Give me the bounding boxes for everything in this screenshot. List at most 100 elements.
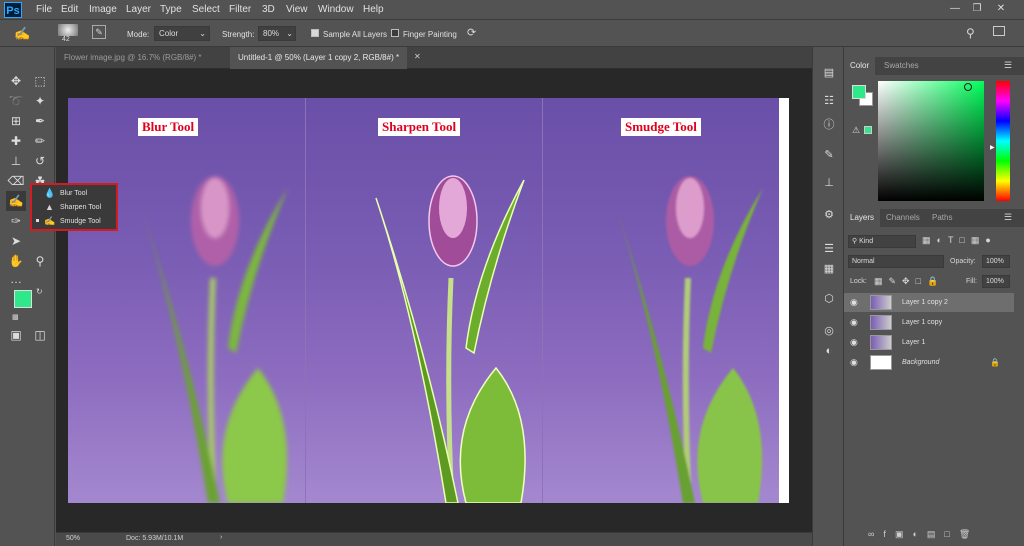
flyout-smudge-tool[interactable]: Smudge Tool [60,215,101,229]
layer-filter-icons[interactable]: ▦◐T□▦● [922,235,997,246]
tab-channels[interactable]: Channels [880,209,926,227]
path-selection-tool-icon[interactable]: ➤ [6,231,26,251]
chevron-right-icon[interactable]: › [220,534,222,541]
document-canvas[interactable]: Blur Tool Sharpen Tool Smudge Tool [68,98,789,503]
layer-row[interactable]: ◉ Layer 1 copy [844,313,1014,332]
layer-row[interactable]: ◉ Layer 1 copy 2 [844,293,1014,312]
properties-panel-icon[interactable]: ☷ [821,93,837,109]
menu-select[interactable]: Select [192,4,220,15]
add-mask-icon[interactable]: ▣ [895,529,913,539]
search-icon[interactable]: ⚲ [966,26,975,40]
new-layer-icon[interactable]: □ [944,529,958,539]
close-icon[interactable]: ✕ [994,3,1008,15]
zoom-level[interactable]: 50% [66,535,80,542]
3d-panel-icon[interactable]: ⬡ [821,291,837,307]
blend-mode-select[interactable]: Normal [848,255,944,268]
visibility-eye-icon[interactable]: ◉ [850,333,858,352]
foreground-color-swatch[interactable] [14,290,32,308]
restore-icon[interactable]: ❐ [970,3,984,15]
character-panel-icon[interactable]: ▦ [821,261,837,277]
flyout-sharpen-tool[interactable]: Sharpen Tool [60,201,101,215]
smudge-tool-icon[interactable]: ✍ [6,191,26,211]
color-picker-field[interactable] [878,81,984,201]
healing-brush-tool-icon[interactable]: ✚ [6,131,26,151]
layer-row[interactable]: ◉ Layer 1 [844,333,1014,352]
brush-presets-icon[interactable]: ✎ [821,147,837,163]
hand-tool-icon[interactable]: ✋ [6,251,26,271]
opacity-input[interactable]: 100% [982,255,1010,268]
menu-image[interactable]: Image [89,4,117,15]
adjustments-icon[interactable]: ⚙ [821,207,837,223]
clone-stamp-tool-icon[interactable]: ⊥ [6,151,26,171]
flyout-blur-tool[interactable]: Blur Tool [60,187,87,201]
delete-layer-icon[interactable]: 🗑 [959,529,979,539]
quick-mask-icon[interactable]: ▣ [6,325,26,345]
tab-swatches[interactable]: Swatches [878,57,925,75]
eraser-tool-icon[interactable]: ⌫ [6,171,26,191]
visibility-eye-icon[interactable]: ◉ [850,313,858,332]
menu-3d[interactable]: 3D [262,4,275,15]
warning-icon[interactable]: ⚠ [852,125,860,136]
kind-filter-select[interactable]: ⚲ Kind [848,235,916,248]
lock-icons[interactable]: ▦✎✥□🔒 [874,276,944,287]
tab-untitled-1[interactable]: Untitled-1 @ 50% (Layer 1 copy 2, RGB/8#… [230,47,408,69]
zoom-tool-icon[interactable]: ⚲ [30,251,50,271]
magic-wand-tool-icon[interactable]: ✦ [30,91,50,111]
close-tab-icon[interactable]: ✕ [414,52,421,61]
eyedropper-tool-icon[interactable]: ✒ [30,111,50,131]
default-colors-icon[interactable]: ▩ [12,313,19,321]
menu-layer[interactable]: Layer [126,4,151,15]
menu-help[interactable]: Help [363,4,384,15]
libraries-icon[interactable]: ◎ [821,323,837,339]
color-picker-cursor[interactable] [964,83,972,91]
tab-color[interactable]: Color [844,57,876,75]
tab-flower-image[interactable]: Flower image.jpg @ 16.7% (RGB/8#) * [56,47,210,69]
minimize-icon[interactable]: — [948,3,962,15]
hue-pointer-icon[interactable]: ▶ [990,144,995,151]
paragraph-panel-icon[interactable]: ☰ [821,241,837,257]
workspace-icon[interactable] [993,26,1005,36]
menu-view[interactable]: View [286,4,308,15]
panel-menu-icon[interactable]: ☰ [1004,60,1012,71]
finger-painting-checkbox[interactable] [391,29,399,37]
fill-input[interactable]: 100% [982,275,1010,288]
history-panel-icon[interactable]: ▤ [821,65,837,81]
brush-tool-icon[interactable]: ✏ [30,131,50,151]
menu-type[interactable]: Type [160,4,182,15]
brush-preview-icon[interactable] [58,24,78,36]
history-brush-tool-icon[interactable]: ↺ [30,151,50,171]
fx-icon[interactable]: f [883,529,895,539]
tab-paths[interactable]: Paths [926,209,958,227]
menu-file[interactable]: File [36,4,52,15]
tab-layers[interactable]: Layers [844,209,881,227]
brush-panel-icon[interactable]: ✎ [92,25,106,39]
color-foreground-swatch[interactable] [852,85,866,99]
layers-menu-icon[interactable]: ☰ [1004,212,1012,223]
pen-tool-icon[interactable]: ✑ [6,211,26,231]
move-tool-icon[interactable]: ✥ [6,71,26,91]
strength-input[interactable]: 80% ⌄ [258,26,296,41]
smudge-tool-preset-icon[interactable]: ✍ [14,26,30,42]
menu-filter[interactable]: Filter [229,4,251,15]
info-panel-icon[interactable]: ⓘ [821,117,837,133]
adjustment-layer-icon[interactable]: ◐ [912,529,926,539]
menu-window[interactable]: Window [318,4,354,15]
menu-edit[interactable]: Edit [61,4,78,15]
layer-row[interactable]: ◉ Background 🔒 [844,353,1014,372]
clone-source-icon[interactable]: ⊥ [821,175,837,191]
new-group-icon[interactable]: ▤ [927,529,945,539]
more-tools-icon[interactable]: … [6,269,26,289]
screen-mode-icon[interactable]: ◫ [30,325,50,345]
web-safe-swatch[interactable] [864,126,872,134]
canvas-area[interactable]: Blur Tool Sharpen Tool Smudge Tool [56,69,812,532]
hue-slider[interactable] [996,81,1010,201]
pressure-icon[interactable]: ⟳ [467,26,476,39]
swap-colors-icon[interactable]: ↻ [36,287,43,296]
marquee-tool-icon[interactable]: ⬚ [30,71,50,91]
crop-tool-icon[interactable]: ⊞ [6,111,26,131]
visibility-eye-icon[interactable]: ◉ [850,353,858,372]
visibility-eye-icon[interactable]: ◉ [850,293,858,312]
link-layers-icon[interactable]: ∞ [868,529,883,539]
mode-select[interactable]: Color ⌄ [154,26,210,41]
lasso-tool-icon[interactable]: ➰ [6,91,26,111]
